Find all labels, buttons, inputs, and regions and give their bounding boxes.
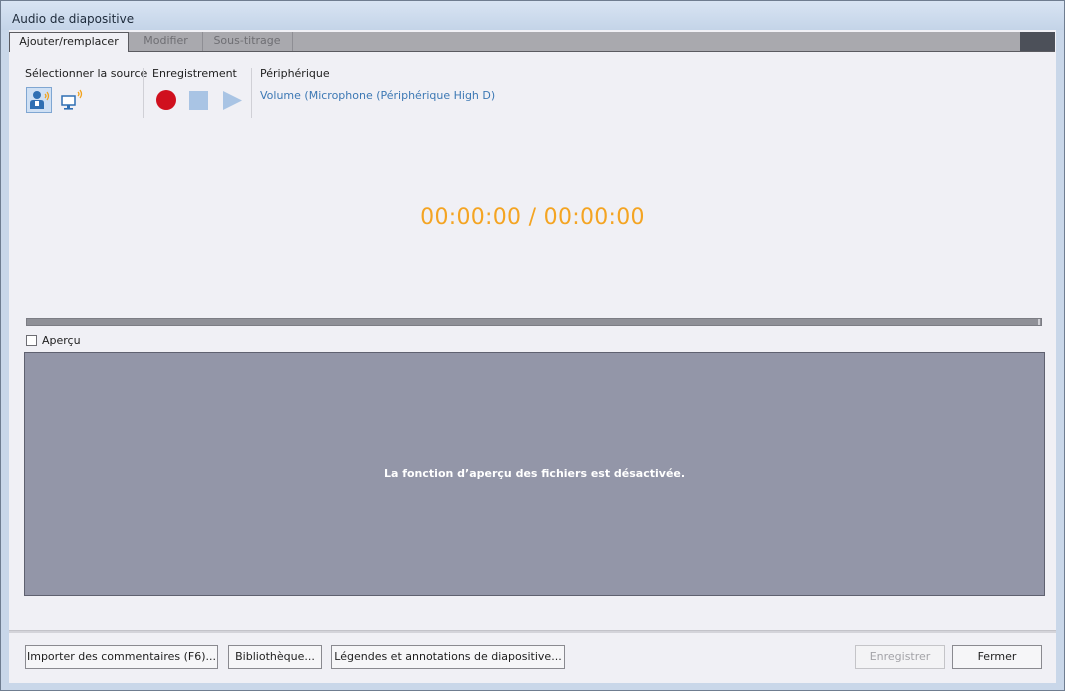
captions-annotations-button[interactable]: Légendes et annotations de diapositive..… [331, 645, 565, 669]
dialog-client-area: Ajouter/remplacer Modifier Sous-titrage … [9, 30, 1056, 683]
play-icon [223, 91, 242, 110]
tab-strip-end [1020, 32, 1055, 51]
record-icon [156, 90, 176, 110]
window-title: Audio de diapositive [12, 12, 135, 26]
section-divider [143, 68, 144, 118]
slide-audio-dialog: Audio de diapositive Ajouter/remplacer M… [0, 0, 1065, 691]
close-button[interactable]: Fermer [952, 645, 1042, 669]
tab-add-replace[interactable]: Ajouter/remplacer [9, 32, 129, 52]
stop-icon [189, 91, 208, 110]
record-button[interactable] [155, 89, 177, 111]
tab-subtitles[interactable]: Sous-titrage [202, 32, 293, 51]
tab-strip: Ajouter/remplacer Modifier Sous-titrage [9, 32, 1055, 52]
import-comments-button[interactable]: Importer des commentaires (F6)... [25, 645, 218, 669]
recording-timer: 00:00:00 / 00:00:00 [420, 205, 645, 230]
system-audio-source-button[interactable] [60, 88, 86, 112]
source-section-label: Sélectionner la source [25, 67, 148, 80]
footer-divider [9, 630, 1056, 633]
stop-button[interactable] [189, 91, 208, 110]
title-bar[interactable]: Audio de diapositive [1, 1, 1064, 30]
computer-audio-icon [61, 89, 83, 110]
microphone-source-button[interactable] [26, 87, 52, 113]
preview-checkbox[interactable] [26, 335, 37, 346]
audio-progress-bar[interactable] [26, 318, 1042, 326]
preview-checkbox-label[interactable]: Aperçu [42, 334, 81, 347]
tab-edit[interactable]: Modifier [129, 32, 203, 51]
recording-section-label: Enregistrement [152, 67, 237, 80]
section-divider [251, 68, 252, 118]
narrator-icon [30, 91, 50, 109]
preview-disabled-message: La fonction d’aperçu des fichiers est dé… [383, 467, 686, 480]
play-button[interactable] [222, 90, 243, 111]
device-section-label: Périphérique [260, 67, 330, 80]
preview-panel: La fonction d’aperçu des fichiers est dé… [24, 352, 1045, 596]
device-selector-link[interactable]: Volume (Microphone (Périphérique High D) [260, 89, 495, 102]
save-button[interactable]: Enregistrer [855, 645, 945, 669]
progress-bar-end [1038, 319, 1040, 325]
library-button[interactable]: Bibliothèque... [228, 645, 322, 669]
